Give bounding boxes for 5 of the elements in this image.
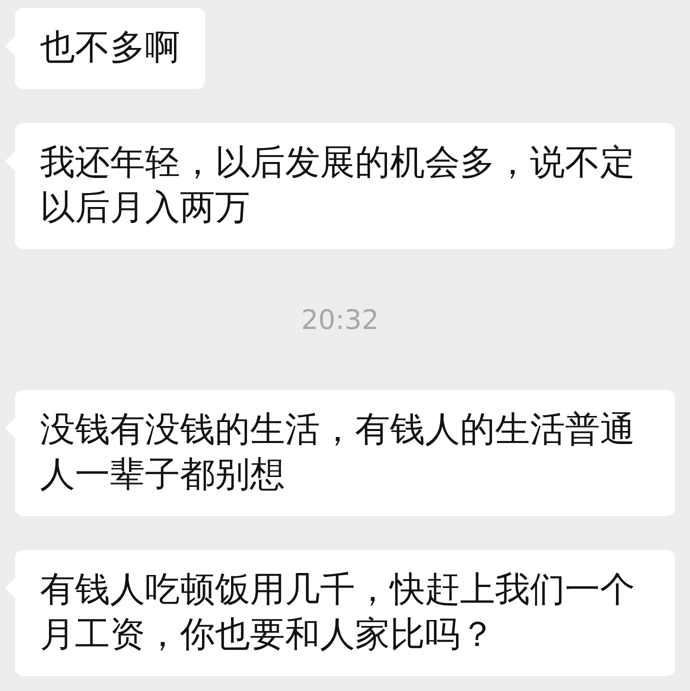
message-bubble: 没钱有没钱的生活，有钱人的生活普通人一辈子都别想 [15, 390, 675, 516]
message-bubble: 有钱人吃顿饭用几千，快赶上我们一个月工资，你也要和人家比吗？ [15, 550, 675, 676]
timestamp: 20:32 [301, 304, 380, 338]
message-bubble: 我还年轻，以后发展的机会多，说不定以后月入两万 [15, 123, 675, 249]
message-bubble: 也不多啊 [15, 8, 205, 89]
